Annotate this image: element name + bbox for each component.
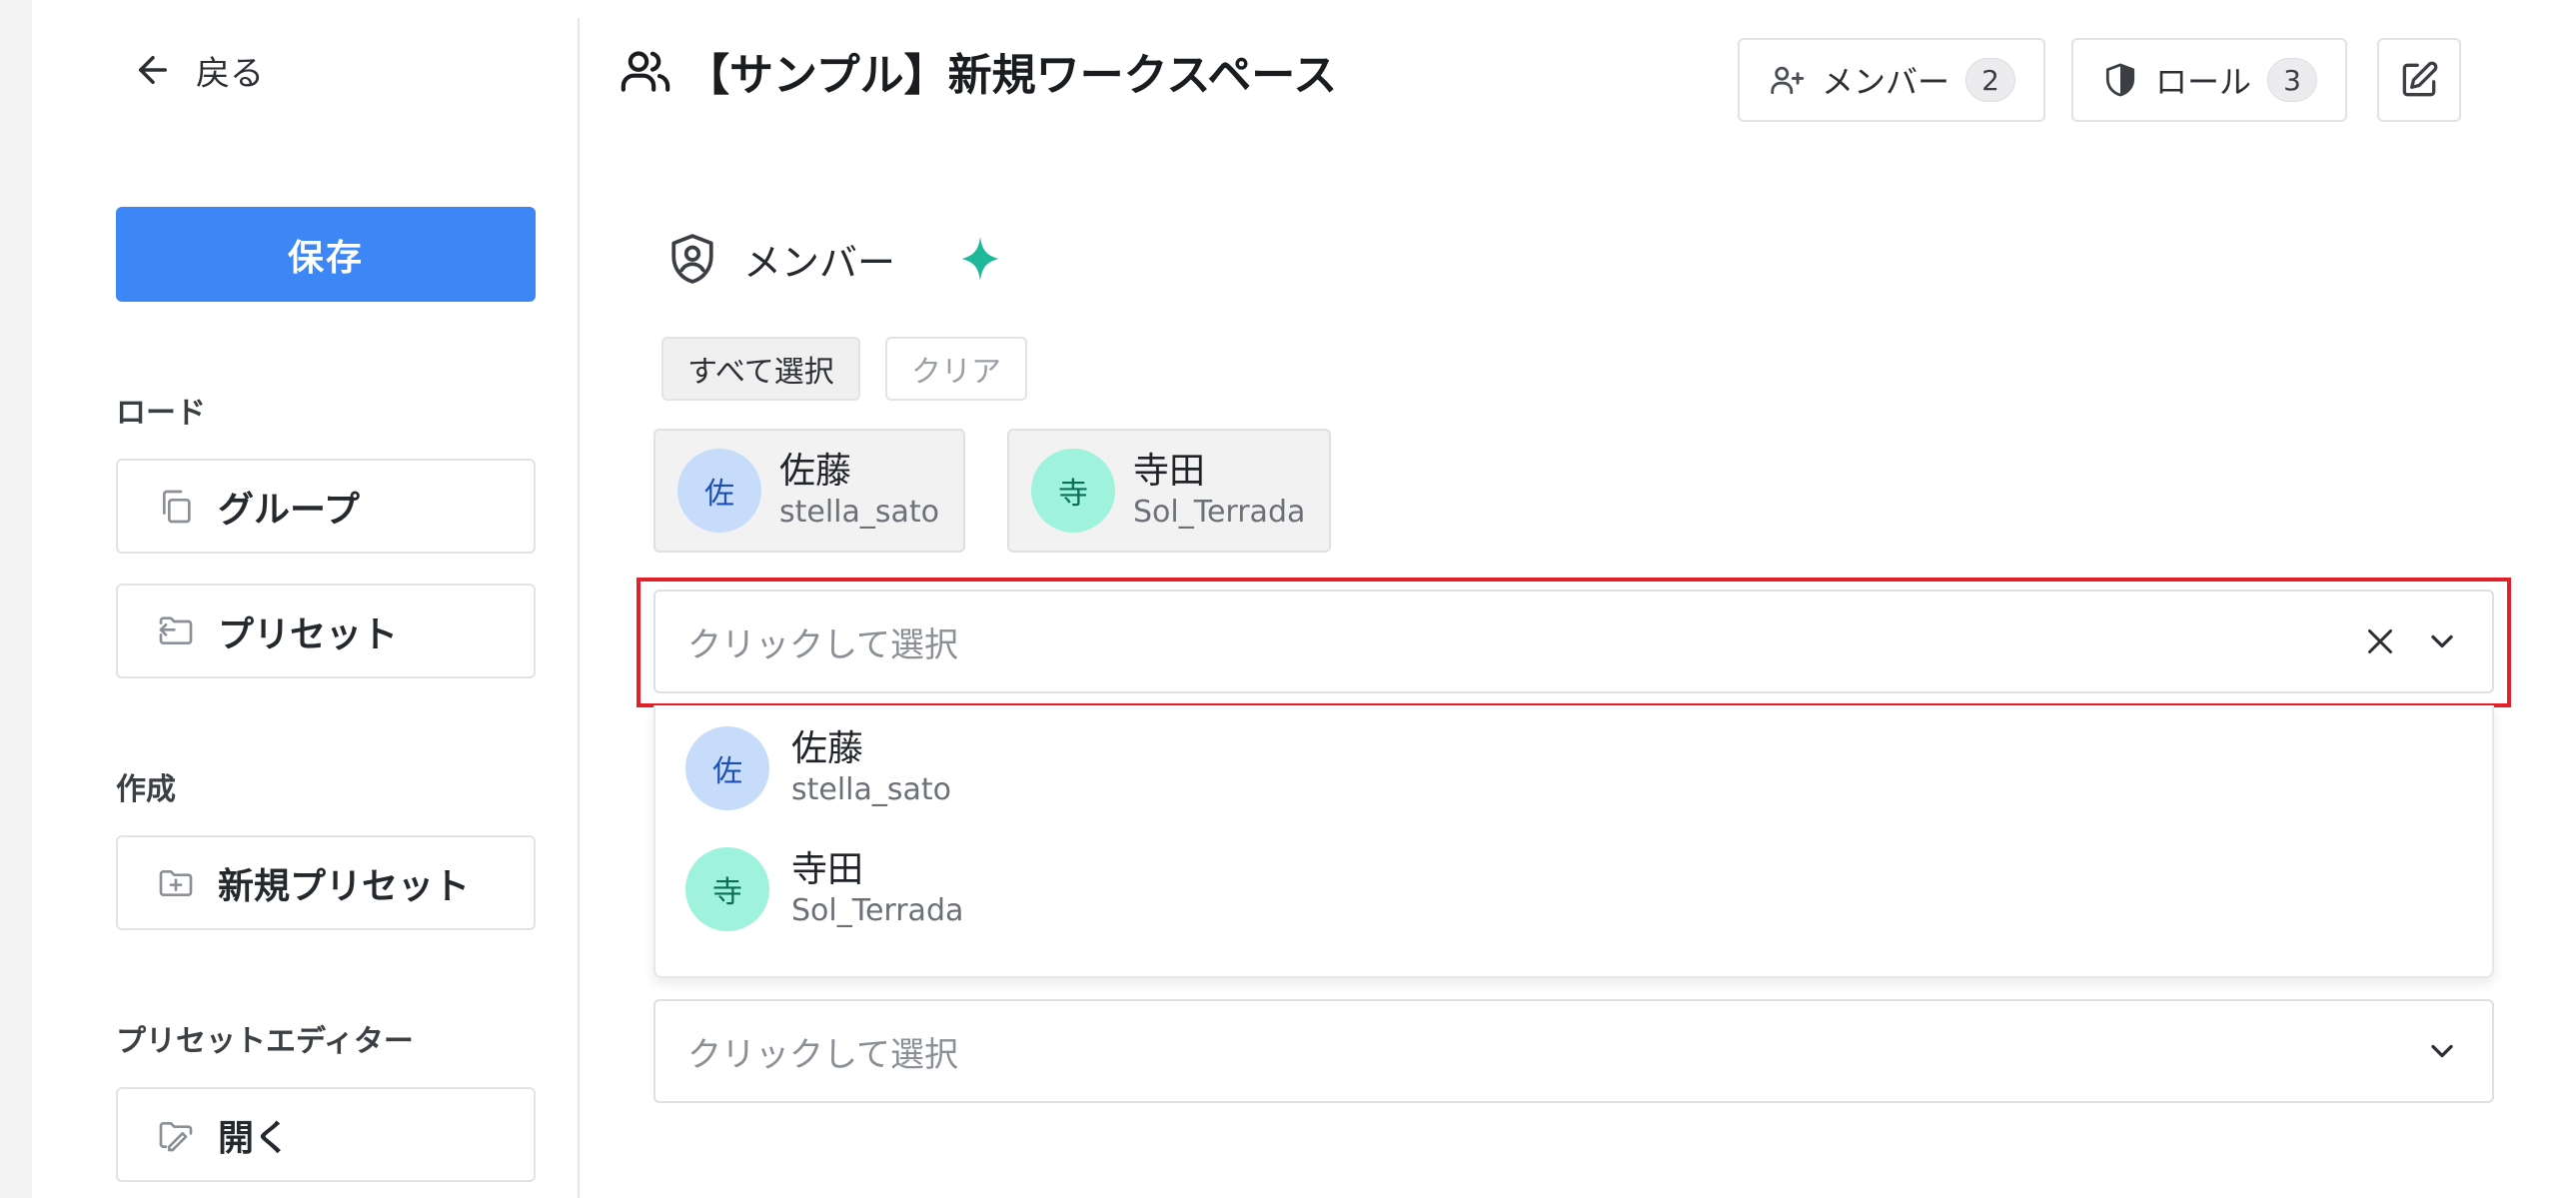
option-name: 寺田 (791, 849, 864, 890)
new-preset-button-label: 新規プリセット (218, 865, 471, 907)
member-dropdown: 佐 佐藤 stella_sato 寺 寺田 Sol_Terrada (653, 705, 2494, 978)
member-name: 寺田 (1133, 451, 1206, 492)
open-button-label: 開く (218, 1117, 291, 1159)
edit-button[interactable] (2377, 38, 2461, 122)
preset-button[interactable]: プリセット (116, 584, 536, 678)
app-window: 戻る 保存 ロード グループ プリセット 作成 新規プリセット プリセットエディ… (32, 0, 2576, 1198)
group-button[interactable]: グループ (116, 459, 536, 554)
preset-button-label: プリセット (218, 613, 399, 655)
member-select-placeholder: クリックして選択 (687, 624, 958, 665)
sidebar: 戻る 保存 ロード グループ プリセット 作成 新規プリセット プリセットエディ… (32, 0, 578, 1198)
members-button[interactable]: メンバー 2 (1738, 38, 2046, 122)
member-username: stella_sato (779, 495, 940, 530)
members-count-badge: 2 (1965, 58, 2016, 102)
dropdown-option[interactable]: 寺 寺田 Sol_Terrada (685, 844, 963, 934)
avatar: 寺 (1031, 449, 1115, 533)
copy-icon (163, 490, 191, 523)
chevron-down-icon[interactable] (2424, 1033, 2460, 1069)
select-controls (2362, 592, 2460, 691)
select-all-button[interactable]: すべて選択 (661, 337, 860, 401)
members-button-label: メンバー (1822, 63, 1950, 101)
arrow-left-icon (139, 56, 167, 84)
folder-import-icon (159, 615, 193, 644)
workspace-title-text: 【サンプル】新規ワークスペース (685, 50, 1338, 101)
option-username: stella_sato (791, 772, 952, 807)
option-info: 佐藤 stella_sato (791, 727, 951, 809)
roles-button-label: ロール (2155, 63, 2252, 101)
option-name: 佐藤 (791, 728, 864, 769)
section-label-load: ロード (116, 396, 206, 431)
folder-edit-icon (159, 1121, 193, 1151)
section-label-editor: プリセットエディター (116, 1024, 414, 1059)
shield-half-icon (2105, 63, 2135, 97)
role-section-title: メンバー (743, 240, 896, 285)
avatar: 寺 (685, 847, 769, 931)
roles-button[interactable]: ロール 3 (2071, 38, 2348, 122)
back-link[interactable]: 戻る (132, 40, 264, 100)
section-label-create: 作成 (116, 772, 176, 807)
second-select[interactable]: クリックして選択 (653, 999, 2494, 1103)
member-username: Sol_Terrada (1133, 495, 1306, 530)
back-label: 戻る (196, 53, 264, 94)
close-icon[interactable] (2362, 623, 2398, 659)
roles-count-badge: 3 (2267, 58, 2318, 102)
shield-user-icon (671, 234, 713, 284)
open-button[interactable]: 開く (116, 1087, 536, 1182)
chevron-down-icon[interactable] (2424, 623, 2460, 659)
member-info: 佐藤 stella_sato (779, 450, 939, 532)
selected-member-chip[interactable]: 佐 佐藤 stella_sato (653, 429, 966, 553)
member-info: 寺田 Sol_Terrada (1133, 450, 1305, 532)
selected-member-chip[interactable]: 寺 寺田 Sol_Terrada (1007, 429, 1332, 553)
edit-icon (2402, 61, 2438, 97)
clear-button[interactable]: クリア (885, 337, 1027, 401)
select-controls (2424, 1001, 2460, 1101)
role-section-header: メンバー (667, 225, 999, 293)
avatar: 佐 (677, 449, 761, 533)
group-button-label: グループ (218, 489, 360, 531)
users-icon (621, 51, 670, 92)
option-username: Sol_Terrada (791, 893, 964, 928)
option-info: 寺田 Sol_Terrada (791, 848, 963, 930)
member-name: 佐藤 (779, 451, 852, 492)
sidebar-divider (578, 18, 580, 1198)
dropdown-option[interactable]: 佐 佐藤 stella_sato (685, 723, 951, 813)
avatar: 佐 (685, 726, 769, 810)
folder-plus-icon (159, 869, 193, 896)
sparkle-icon (961, 237, 999, 281)
new-preset-button[interactable]: 新規プリセット (116, 835, 536, 930)
member-select[interactable]: クリックして選択 (653, 590, 2494, 693)
second-select-placeholder: クリックして選択 (687, 1034, 958, 1075)
save-button[interactable]: 保存 (116, 207, 536, 302)
workspace-title: 【サンプル】新規ワークスペース (618, 36, 1337, 106)
user-plus-icon (1771, 66, 1805, 95)
